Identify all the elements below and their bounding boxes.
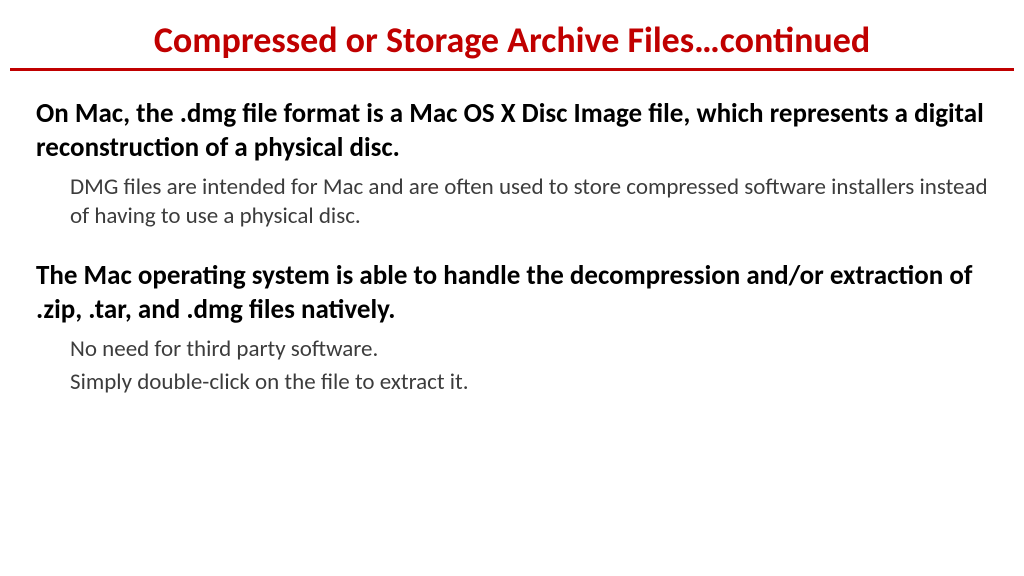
lead-paragraph: The Mac operating system is able to hand…: [36, 259, 988, 327]
sub-paragraph: No need for third party software.: [70, 335, 988, 364]
lead-paragraph: On Mac, the .dmg file format is a Mac OS…: [36, 97, 988, 165]
title-underline: [10, 68, 1014, 71]
sub-paragraph: DMG files are intended for Mac and are o…: [70, 173, 988, 232]
slide-content: On Mac, the .dmg file format is a Mac OS…: [0, 97, 1024, 398]
slide-title: Compressed or Storage Archive Files…cont…: [0, 18, 1024, 68]
slide: Compressed or Storage Archive Files…cont…: [0, 0, 1024, 576]
sub-paragraph: Simply double-click on the file to extra…: [70, 368, 988, 397]
spacer: [36, 235, 988, 259]
